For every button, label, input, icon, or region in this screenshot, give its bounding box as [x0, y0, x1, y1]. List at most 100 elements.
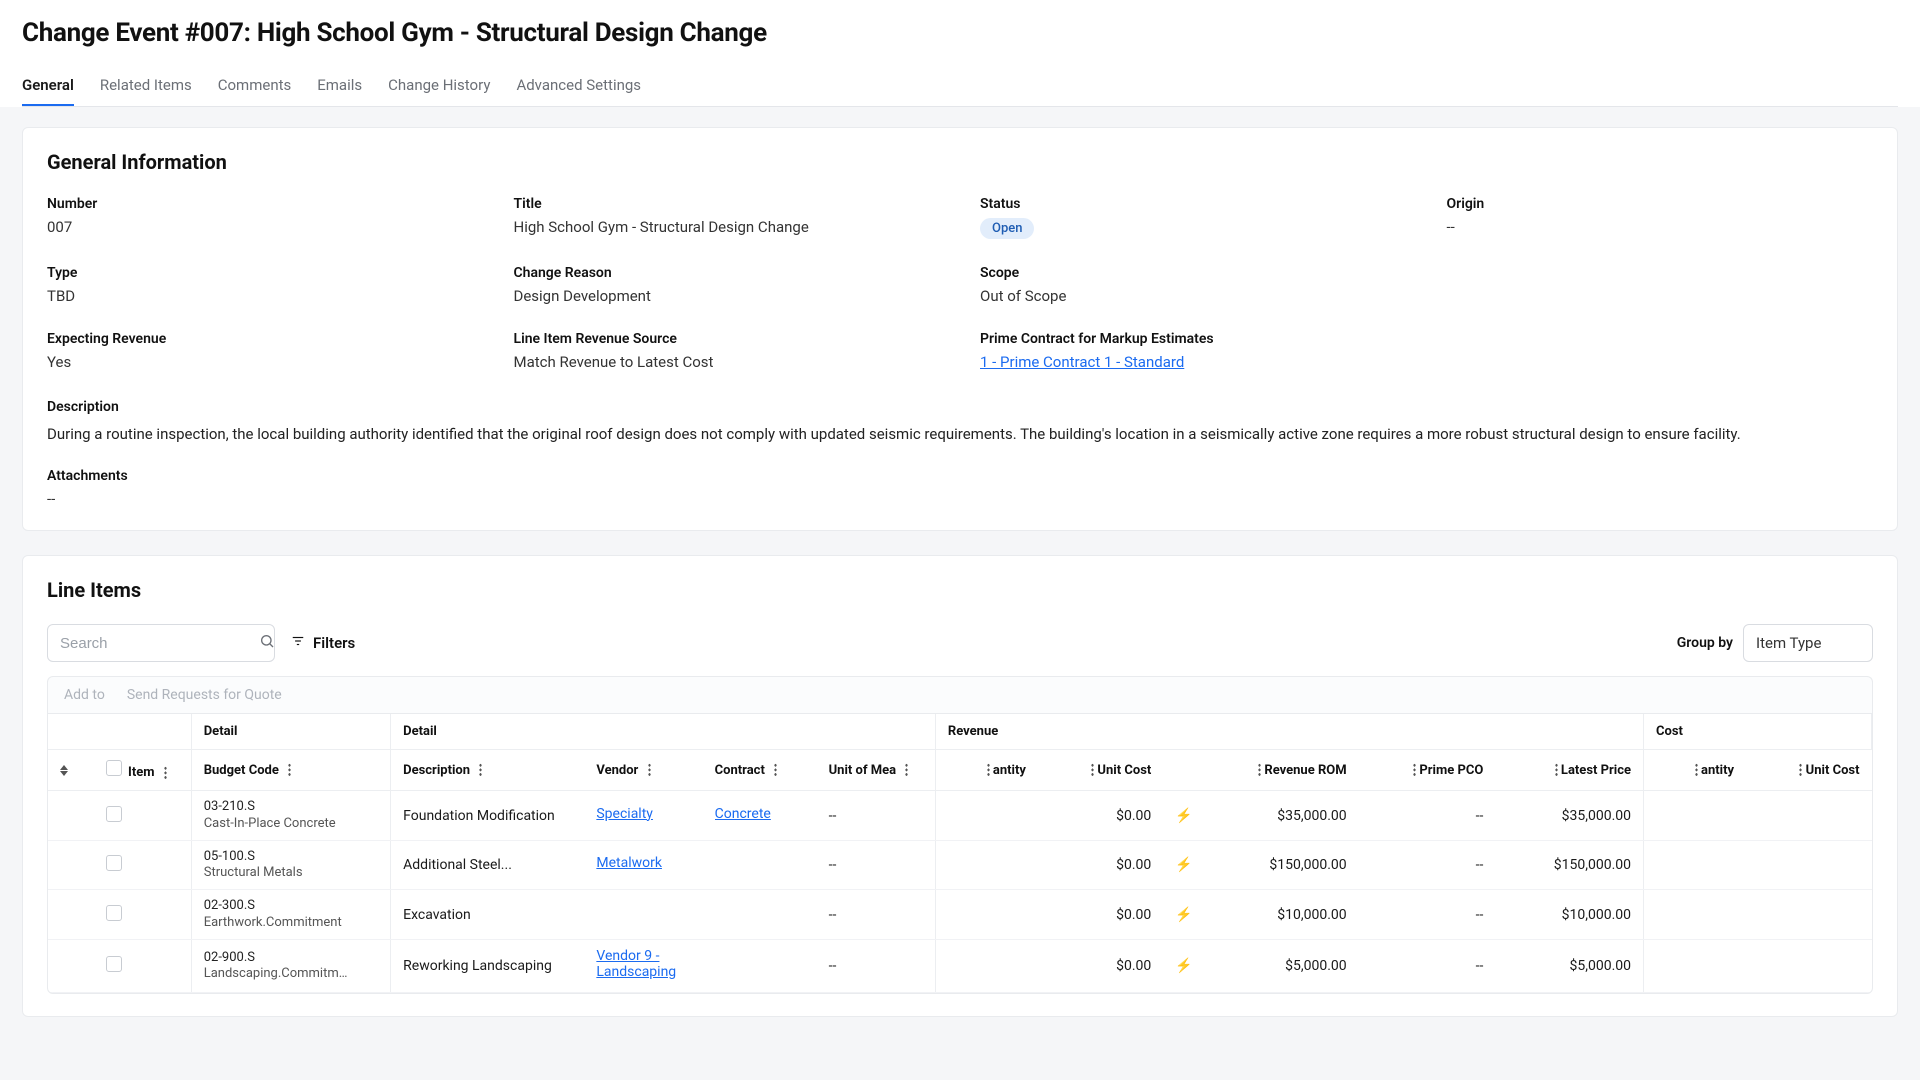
cell-contract: Concrete — [703, 791, 817, 841]
cell-contract — [703, 890, 817, 940]
vendor-link[interactable]: Metalwork — [596, 855, 662, 871]
row-select[interactable] — [94, 890, 192, 940]
sort-icon[interactable] — [60, 765, 68, 776]
budget-code-sub: Structural Metals — [204, 865, 354, 881]
type-value: TBD — [47, 287, 474, 305]
liirs-value: Match Revenue to Latest Cost — [514, 353, 941, 371]
tab-emails[interactable]: Emails — [317, 66, 362, 106]
tab-advanced-settings[interactable]: Advanced Settings — [516, 66, 641, 106]
cell-cost-quantity — [1644, 791, 1747, 841]
cell-unit-cost: $0.00 — [1038, 791, 1163, 841]
line-items-table: Detail Detail Revenue Cost Item — [48, 714, 1872, 993]
cell-revenue-rom: $5,000.00 — [1211, 939, 1359, 992]
field-change-reason: Change Reason Design Development — [514, 265, 941, 305]
tab-change-history[interactable]: Change History — [388, 66, 490, 106]
groupby-select[interactable]: Item Type — [1743, 624, 1873, 662]
col-cost-unit-cost: Unit Cost — [1806, 763, 1860, 778]
column-menu-icon[interactable] — [1091, 763, 1094, 777]
tab-general[interactable]: General — [22, 66, 74, 106]
cell-vendor: Specialty — [584, 791, 702, 841]
prime-contract-link[interactable]: 1 - Prime Contract 1 - Standard — [980, 353, 1184, 371]
attachments-label: Attachments — [47, 468, 1873, 484]
column-menu-icon[interactable] — [987, 763, 990, 777]
field-line-item-revenue-source: Line Item Revenue Source Match Revenue t… — [514, 331, 941, 371]
scope-value: Out of Scope — [980, 287, 1407, 305]
column-menu-icon[interactable] — [774, 763, 777, 777]
groupby-label: Group by — [1677, 635, 1733, 651]
column-menu-icon[interactable] — [1799, 763, 1802, 777]
cell-unit-cost: $0.00 — [1038, 890, 1163, 940]
cell-description: Excavation — [391, 890, 585, 940]
search-input[interactable] — [60, 635, 259, 652]
filter-icon — [291, 634, 305, 652]
column-menu-icon[interactable] — [288, 763, 291, 777]
budget-code-value: 05-100.S — [204, 849, 378, 865]
select-all-checkbox[interactable] — [106, 760, 122, 776]
row-checkbox[interactable] — [106, 855, 122, 871]
cell-revenue-rom: $150,000.00 — [1211, 840, 1359, 890]
vendor-link[interactable]: Specialty — [596, 806, 653, 822]
vendor-link[interactable]: Vendor 9 - Landscaping — [596, 948, 676, 980]
add-to-button[interactable]: Add to — [64, 687, 105, 703]
type-label: Type — [47, 265, 474, 281]
cell-contract — [703, 939, 817, 992]
row-select[interactable] — [94, 939, 192, 992]
row-checkbox[interactable] — [106, 956, 122, 972]
send-rfq-button[interactable]: Send Requests for Quote — [127, 687, 282, 703]
cell-budget-code: 02-300.SEarthwork.Commitment — [191, 890, 390, 940]
cell-prime-pco: -- — [1359, 939, 1496, 992]
cell-quantity — [935, 791, 1038, 841]
row-select[interactable] — [94, 791, 192, 841]
cell-uom: -- — [817, 791, 936, 841]
liirs-label: Line Item Revenue Source — [514, 331, 941, 347]
cell-cost-unit-cost — [1746, 840, 1871, 890]
tab-comments[interactable]: Comments — [218, 66, 292, 106]
budget-code-sub: Cast-In-Place Concrete — [204, 816, 354, 832]
cell-prime-pco: -- — [1359, 791, 1496, 841]
filters-button[interactable]: Filters — [291, 634, 355, 652]
cell-latest-price: $5,000.00 — [1495, 939, 1643, 992]
cell-contract — [703, 840, 817, 890]
field-type: Type TBD — [47, 265, 474, 305]
column-menu-icon[interactable] — [1413, 763, 1416, 777]
column-menu-icon[interactable] — [1695, 763, 1698, 777]
column-menu-icon[interactable] — [648, 763, 651, 777]
col-contract: Contract — [715, 763, 765, 778]
search-box[interactable] — [47, 624, 275, 662]
column-menu-icon[interactable] — [479, 763, 482, 777]
expecting-rev-value: Yes — [47, 353, 474, 371]
page-title: Change Event #007: High School Gym - Str… — [22, 18, 767, 48]
origin-value: -- — [1447, 218, 1874, 236]
column-menu-icon[interactable] — [1258, 763, 1261, 777]
table-row: 02-900.SLandscaping.CommitmentReworking … — [48, 939, 1872, 992]
row-spacer — [48, 840, 94, 890]
cell-revenue-rom: $35,000.00 — [1211, 791, 1359, 841]
column-menu-icon[interactable] — [1555, 763, 1558, 777]
row-checkbox[interactable] — [106, 905, 122, 921]
row-select[interactable] — [94, 840, 192, 890]
prime-label: Prime Contract for Markup Estimates — [980, 331, 1407, 347]
cell-budget-code: 05-100.SStructural Metals — [191, 840, 390, 890]
cell-budget-code: 02-900.SLandscaping.Commitment — [191, 939, 390, 992]
change-reason-label: Change Reason — [514, 265, 941, 281]
field-origin: Origin -- — [1447, 196, 1874, 239]
bolt-icon: ⚡ — [1175, 958, 1192, 974]
tab-related-items[interactable]: Related Items — [100, 66, 192, 106]
cell-bolt: ⚡ — [1163, 890, 1210, 940]
cell-unit-cost: $0.00 — [1038, 939, 1163, 992]
field-status: Status Open — [980, 196, 1407, 239]
group-detail2: Detail — [391, 714, 936, 750]
cell-cost-quantity — [1644, 840, 1747, 890]
row-checkbox[interactable] — [106, 806, 122, 822]
cell-vendor: Vendor 9 - Landscaping — [584, 939, 702, 992]
column-menu-icon[interactable] — [905, 763, 908, 777]
bolt-icon: ⚡ — [1175, 808, 1192, 824]
col-unit-cost: Unit Cost — [1097, 763, 1151, 778]
description-block: Description During a routine inspection,… — [47, 399, 1873, 446]
cell-quantity — [935, 939, 1038, 992]
attachments-value: -- — [47, 490, 1873, 508]
column-menu-icon[interactable] — [164, 766, 167, 780]
field-expecting-revenue: Expecting Revenue Yes — [47, 331, 474, 371]
contract-link[interactable]: Concrete — [715, 806, 771, 822]
cell-vendor — [584, 890, 702, 940]
